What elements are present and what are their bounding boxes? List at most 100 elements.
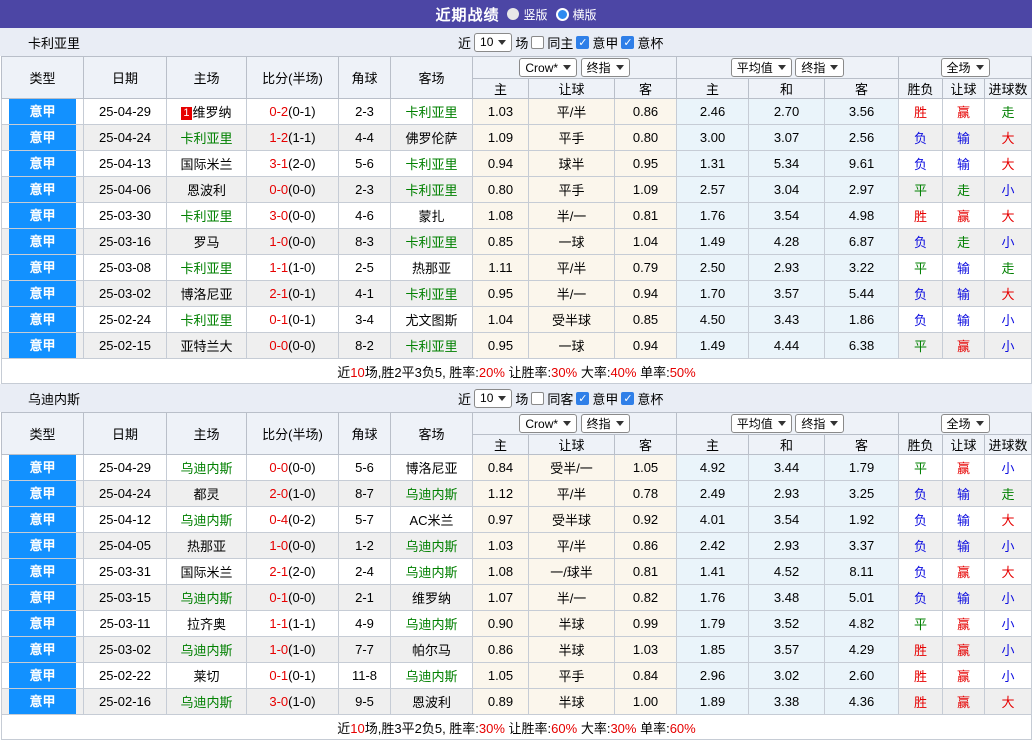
match-score: 1-1(1-1) bbox=[246, 610, 339, 637]
handicap-result: 赢 bbox=[942, 558, 986, 585]
col-result-wdl: 胜负 bbox=[898, 78, 944, 99]
avg-away-odds: 3.37 bbox=[824, 532, 900, 559]
avg-final-select[interactable]: 终指 bbox=[795, 58, 845, 77]
layout-vertical-option[interactable]: 竖版 bbox=[507, 6, 548, 23]
avg-away-odds: 1.92 bbox=[824, 506, 900, 533]
avg-away-odds: 6.87 bbox=[824, 228, 900, 255]
italy-cup-checkbox[interactable]: ✓ bbox=[621, 391, 635, 405]
crow-away-odds: 1.00 bbox=[613, 688, 678, 715]
serie-a-checkbox[interactable]: ✓ bbox=[576, 35, 590, 49]
avg-home-odds: 1.79 bbox=[676, 610, 750, 637]
vertical-radio-icon[interactable] bbox=[507, 8, 520, 20]
away-team: 卡利亚里 bbox=[390, 280, 473, 307]
match-date: 25-03-30 bbox=[83, 202, 167, 229]
halftime-score: (2-0) bbox=[288, 564, 316, 579]
league-cell: 意甲 bbox=[1, 688, 84, 715]
horizontal-radio-label[interactable]: 横版 bbox=[573, 6, 597, 23]
home-team-name: 亚特兰大 bbox=[180, 339, 233, 354]
chevron-down-icon bbox=[830, 65, 839, 70]
average-select[interactable]: 平均值 bbox=[730, 58, 792, 77]
col-corner: 角球 bbox=[338, 412, 391, 455]
col-home: 主场 bbox=[166, 412, 247, 455]
league-badge: 意甲 bbox=[9, 481, 76, 506]
away-team: 卡利亚里 bbox=[390, 150, 473, 177]
avg-away-odds: 4.82 bbox=[824, 610, 900, 637]
layout-horizontal-option[interactable]: 横版 bbox=[555, 6, 597, 23]
summary-segment: 大率: bbox=[577, 364, 611, 380]
avg-draw-odds: 3.54 bbox=[748, 202, 826, 229]
summary-segment: 60% bbox=[551, 720, 578, 736]
away-team-name: AC米兰 bbox=[409, 513, 454, 528]
same-home-checkbox[interactable] bbox=[531, 35, 545, 49]
serie-a-checkbox[interactable]: ✓ bbox=[576, 391, 590, 405]
fullmatch-select[interactable]: 全场 bbox=[940, 414, 990, 433]
league-cell: 意甲 bbox=[1, 662, 84, 689]
halftime-score: (0-0) bbox=[288, 460, 316, 475]
crow-home-odds: 0.89 bbox=[472, 688, 529, 715]
summary-segment: 50% bbox=[669, 364, 696, 380]
horizontal-radio-icon[interactable] bbox=[555, 7, 569, 21]
average-select-group: 平均值 终指 bbox=[676, 412, 900, 435]
final-odds-select[interactable]: 终指 bbox=[580, 413, 630, 433]
match-date: 25-04-13 bbox=[83, 150, 167, 177]
crow-away-odds: 1.05 bbox=[613, 454, 678, 481]
avg-home-odds: 1.41 bbox=[676, 558, 750, 585]
bookmaker-select[interactable]: Crow* bbox=[519, 58, 578, 78]
home-team: 乌迪内斯 bbox=[166, 454, 247, 481]
wdl-result: 平 bbox=[898, 176, 944, 203]
corner-score: 5-6 bbox=[338, 150, 391, 177]
vertical-radio-label[interactable]: 竖版 bbox=[523, 6, 547, 23]
col-avg-away: 客 bbox=[824, 78, 900, 99]
crow-home-odds: 0.90 bbox=[472, 610, 529, 637]
league-cell: 意甲 bbox=[1, 254, 84, 281]
crow-home-odds: 1.08 bbox=[472, 202, 529, 229]
col-result-goals: 进球数 bbox=[984, 78, 1032, 99]
crow-away-odds: 0.94 bbox=[613, 280, 678, 307]
goals-result: 走 bbox=[984, 254, 1032, 281]
goals-result: 大 bbox=[984, 150, 1032, 177]
avg-final-select[interactable]: 终指 bbox=[795, 414, 845, 433]
same-away-checkbox[interactable] bbox=[531, 391, 545, 405]
col-odds-home: 主 bbox=[472, 78, 529, 99]
handicap-result: 赢 bbox=[942, 610, 986, 637]
games-label: 场 bbox=[515, 35, 529, 51]
filter-bar: 近 10 场 同客 ✓ 意甲 ✓ 意杯 bbox=[458, 384, 663, 412]
halftime-score: (2-0) bbox=[288, 156, 316, 171]
table-row: 意甲 25-04-12 乌迪内斯 0-4(0-2) 5-7 AC米兰 0.97 … bbox=[1, 506, 1032, 533]
chevron-down-icon bbox=[498, 39, 507, 45]
crow-handicap: 半球 bbox=[528, 688, 615, 715]
corner-score: 9-5 bbox=[338, 688, 391, 715]
col-away: 客场 bbox=[390, 412, 473, 455]
halftime-score: (0-1) bbox=[288, 312, 316, 327]
away-team-name: 乌迪内斯 bbox=[405, 487, 458, 502]
col-result-goals: 进球数 bbox=[984, 434, 1032, 455]
goals-result: 小 bbox=[984, 636, 1032, 663]
col-avg-away: 客 bbox=[824, 434, 900, 455]
italy-cup-checkbox[interactable]: ✓ bbox=[621, 35, 635, 49]
summary-segment: 单率: bbox=[636, 364, 670, 380]
goals-result: 大 bbox=[984, 688, 1032, 715]
avg-home-odds: 2.46 bbox=[676, 98, 750, 125]
goals-result: 大 bbox=[984, 124, 1032, 151]
crow-home-odds: 0.85 bbox=[472, 228, 529, 255]
handicap-result: 赢 bbox=[942, 202, 986, 229]
league-badge: 意甲 bbox=[9, 533, 76, 558]
summary-segment: 近 bbox=[337, 364, 351, 380]
near-label: 近 bbox=[458, 35, 472, 51]
goals-result: 小 bbox=[984, 332, 1032, 359]
final-odds-select[interactable]: 终指 bbox=[580, 57, 630, 77]
crow-handicap: 一球 bbox=[528, 332, 615, 359]
match-count-select[interactable]: 10 bbox=[474, 32, 513, 52]
average-select[interactable]: 平均值 bbox=[730, 414, 792, 433]
wdl-result: 负 bbox=[898, 124, 944, 151]
wdl-result: 负 bbox=[898, 280, 944, 307]
league-badge: 意甲 bbox=[9, 559, 76, 584]
league-cell: 意甲 bbox=[1, 584, 84, 611]
avg-draw-odds: 4.28 bbox=[748, 228, 826, 255]
home-team-name: 都灵 bbox=[193, 487, 220, 502]
match-count-select[interactable]: 10 bbox=[474, 388, 513, 408]
home-team-name: 莱切 bbox=[193, 669, 220, 684]
bookmaker-select[interactable]: Crow* bbox=[519, 414, 578, 434]
fullmatch-select[interactable]: 全场 bbox=[940, 58, 990, 77]
avg-home-odds: 1.89 bbox=[676, 688, 750, 715]
